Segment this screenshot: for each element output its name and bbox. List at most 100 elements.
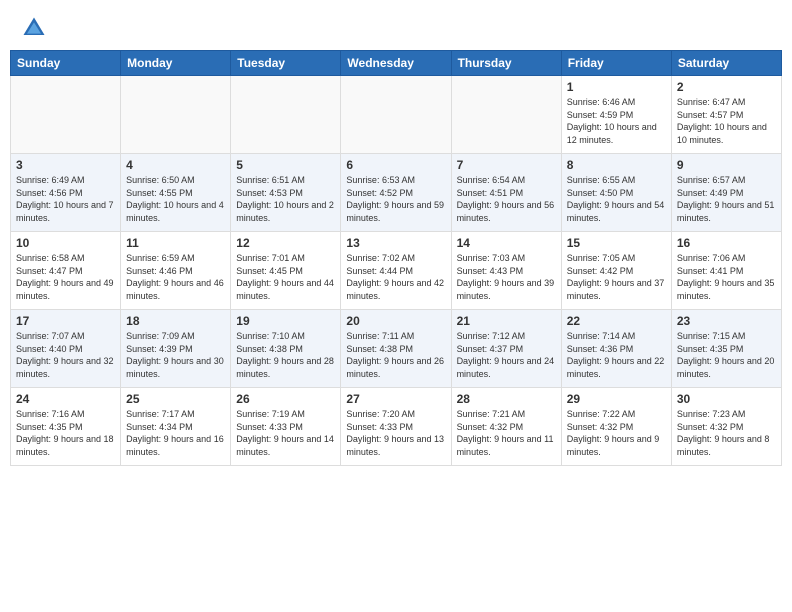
day-number: 29 <box>567 392 666 406</box>
day-number: 16 <box>677 236 776 250</box>
day-info: Sunrise: 7:11 AM Sunset: 4:38 PM Dayligh… <box>346 330 445 380</box>
day-number: 27 <box>346 392 445 406</box>
day-number: 5 <box>236 158 335 172</box>
day-info: Sunrise: 6:46 AM Sunset: 4:59 PM Dayligh… <box>567 96 666 146</box>
calendar-day: 16 Sunrise: 7:06 AM Sunset: 4:41 PM Dayli… <box>671 232 781 310</box>
calendar-day: 28 Sunrise: 7:21 AM Sunset: 4:32 PM Dayli… <box>451 388 561 466</box>
header-row: SundayMondayTuesdayWednesdayThursdayFrid… <box>11 51 782 76</box>
calendar-body: 1 Sunrise: 6:46 AM Sunset: 4:59 PM Daylig… <box>11 76 782 466</box>
calendar-day: 14 Sunrise: 7:03 AM Sunset: 4:43 PM Dayli… <box>451 232 561 310</box>
calendar-day: 19 Sunrise: 7:10 AM Sunset: 4:38 PM Dayli… <box>231 310 341 388</box>
day-header-thursday: Thursday <box>451 51 561 76</box>
logo <box>20 14 52 42</box>
day-number: 20 <box>346 314 445 328</box>
day-number: 13 <box>346 236 445 250</box>
calendar-day: 22Sunrise: 7:14 AM Sunset: 4:36 PM Dayli… <box>561 310 671 388</box>
day-info: Sunrise: 7:21 AM Sunset: 4:32 PM Dayligh… <box>457 408 556 458</box>
day-number: 14 <box>457 236 556 250</box>
day-number: 6 <box>346 158 445 172</box>
day-number: 22 <box>567 314 666 328</box>
calendar-day: 12Sunrise: 7:01 AM Sunset: 4:45 PM Dayli… <box>231 232 341 310</box>
day-number: 4 <box>126 158 225 172</box>
calendar-week-2: 3 Sunrise: 6:49 AM Sunset: 4:56 PM Daylig… <box>11 154 782 232</box>
day-info: Sunrise: 7:05 AM Sunset: 4:42 PM Dayligh… <box>567 252 666 302</box>
logo-icon <box>20 14 48 42</box>
day-info: Sunrise: 6:53 AM Sunset: 4:52 PM Dayligh… <box>346 174 445 224</box>
day-header-monday: Monday <box>121 51 231 76</box>
day-info: Sunrise: 7:20 AM Sunset: 4:33 PM Dayligh… <box>346 408 445 458</box>
day-info: Sunrise: 6:55 AM Sunset: 4:50 PM Dayligh… <box>567 174 666 224</box>
day-info: Sunrise: 7:16 AM Sunset: 4:35 PM Dayligh… <box>16 408 115 458</box>
day-header-saturday: Saturday <box>671 51 781 76</box>
day-info: Sunrise: 7:01 AM Sunset: 4:45 PM Dayligh… <box>236 252 335 302</box>
calendar-day <box>11 76 121 154</box>
calendar-day: 7Sunrise: 6:54 AM Sunset: 4:51 PM Daylig… <box>451 154 561 232</box>
day-number: 3 <box>16 158 115 172</box>
day-info: Sunrise: 7:15 AM Sunset: 4:35 PM Dayligh… <box>677 330 776 380</box>
calendar-day: 9 Sunrise: 6:57 AM Sunset: 4:49 PM Daylig… <box>671 154 781 232</box>
calendar-day: 15Sunrise: 7:05 AM Sunset: 4:42 PM Dayli… <box>561 232 671 310</box>
calendar-week-4: 17 Sunrise: 7:07 AM Sunset: 4:40 PM Dayli… <box>11 310 782 388</box>
day-info: Sunrise: 7:02 AM Sunset: 4:44 PM Dayligh… <box>346 252 445 302</box>
day-info: Sunrise: 6:57 AM Sunset: 4:49 PM Dayligh… <box>677 174 776 224</box>
calendar-day: 18 Sunrise: 7:09 AM Sunset: 4:39 PM Dayli… <box>121 310 231 388</box>
calendar-day: 1 Sunrise: 6:46 AM Sunset: 4:59 PM Daylig… <box>561 76 671 154</box>
day-info: Sunrise: 6:49 AM Sunset: 4:56 PM Dayligh… <box>16 174 115 224</box>
calendar-day: 4Sunrise: 6:50 AM Sunset: 4:55 PM Daylig… <box>121 154 231 232</box>
calendar-wrapper: SundayMondayTuesdayWednesdayThursdayFrid… <box>0 50 792 466</box>
day-number: 26 <box>236 392 335 406</box>
calendar-day <box>341 76 451 154</box>
day-info: Sunrise: 6:59 AM Sunset: 4:46 PM Dayligh… <box>126 252 225 302</box>
calendar-day: 30 Sunrise: 7:23 AM Sunset: 4:32 PM Dayli… <box>671 388 781 466</box>
day-number: 11 <box>126 236 225 250</box>
day-number: 21 <box>457 314 556 328</box>
calendar-day: 29 Sunrise: 7:22 AM Sunset: 4:32 PM Dayli… <box>561 388 671 466</box>
calendar-header: SundayMondayTuesdayWednesdayThursdayFrid… <box>11 51 782 76</box>
calendar-week-5: 24 Sunrise: 7:16 AM Sunset: 4:35 PM Dayli… <box>11 388 782 466</box>
day-info: Sunrise: 6:54 AM Sunset: 4:51 PM Dayligh… <box>457 174 556 224</box>
day-header-wednesday: Wednesday <box>341 51 451 76</box>
calendar-day: 13 Sunrise: 7:02 AM Sunset: 4:44 PM Dayli… <box>341 232 451 310</box>
calendar-day <box>231 76 341 154</box>
day-info: Sunrise: 7:07 AM Sunset: 4:40 PM Dayligh… <box>16 330 115 380</box>
day-number: 30 <box>677 392 776 406</box>
day-number: 28 <box>457 392 556 406</box>
calendar-day: 10Sunrise: 6:58 AM Sunset: 4:47 PM Dayli… <box>11 232 121 310</box>
day-number: 9 <box>677 158 776 172</box>
calendar-day: 26 Sunrise: 7:19 AM Sunset: 4:33 PM Dayli… <box>231 388 341 466</box>
day-number: 25 <box>126 392 225 406</box>
calendar-day: 24 Sunrise: 7:16 AM Sunset: 4:35 PM Dayli… <box>11 388 121 466</box>
day-info: Sunrise: 6:58 AM Sunset: 4:47 PM Dayligh… <box>16 252 115 302</box>
calendar-day: 8 Sunrise: 6:55 AM Sunset: 4:50 PM Daylig… <box>561 154 671 232</box>
calendar-day: 3 Sunrise: 6:49 AM Sunset: 4:56 PM Daylig… <box>11 154 121 232</box>
day-number: 1 <box>567 80 666 94</box>
calendar-week-3: 10Sunrise: 6:58 AM Sunset: 4:47 PM Dayli… <box>11 232 782 310</box>
day-info: Sunrise: 7:22 AM Sunset: 4:32 PM Dayligh… <box>567 408 666 458</box>
day-info: Sunrise: 7:09 AM Sunset: 4:39 PM Dayligh… <box>126 330 225 380</box>
day-info: Sunrise: 7:10 AM Sunset: 4:38 PM Dayligh… <box>236 330 335 380</box>
day-header-sunday: Sunday <box>11 51 121 76</box>
calendar-day: 6 Sunrise: 6:53 AM Sunset: 4:52 PM Daylig… <box>341 154 451 232</box>
day-info: Sunrise: 7:06 AM Sunset: 4:41 PM Dayligh… <box>677 252 776 302</box>
day-number: 24 <box>16 392 115 406</box>
day-info: Sunrise: 6:47 AM Sunset: 4:57 PM Dayligh… <box>677 96 776 146</box>
calendar-day: 21 Sunrise: 7:12 AM Sunset: 4:37 PM Dayli… <box>451 310 561 388</box>
day-number: 8 <box>567 158 666 172</box>
day-info: Sunrise: 7:12 AM Sunset: 4:37 PM Dayligh… <box>457 330 556 380</box>
calendar-day: 5 Sunrise: 6:51 AM Sunset: 4:53 PM Daylig… <box>231 154 341 232</box>
calendar-day: 17 Sunrise: 7:07 AM Sunset: 4:40 PM Dayli… <box>11 310 121 388</box>
calendar-day: 25 Sunrise: 7:17 AM Sunset: 4:34 PM Dayli… <box>121 388 231 466</box>
day-header-tuesday: Tuesday <box>231 51 341 76</box>
calendar-day <box>451 76 561 154</box>
day-header-friday: Friday <box>561 51 671 76</box>
day-number: 2 <box>677 80 776 94</box>
day-number: 17 <box>16 314 115 328</box>
day-number: 19 <box>236 314 335 328</box>
day-info: Sunrise: 7:23 AM Sunset: 4:32 PM Dayligh… <box>677 408 776 458</box>
day-number: 18 <box>126 314 225 328</box>
day-info: Sunrise: 7:19 AM Sunset: 4:33 PM Dayligh… <box>236 408 335 458</box>
day-info: Sunrise: 7:03 AM Sunset: 4:43 PM Dayligh… <box>457 252 556 302</box>
day-info: Sunrise: 6:51 AM Sunset: 4:53 PM Dayligh… <box>236 174 335 224</box>
day-info: Sunrise: 7:17 AM Sunset: 4:34 PM Dayligh… <box>126 408 225 458</box>
calendar-day: 23Sunrise: 7:15 AM Sunset: 4:35 PM Dayli… <box>671 310 781 388</box>
